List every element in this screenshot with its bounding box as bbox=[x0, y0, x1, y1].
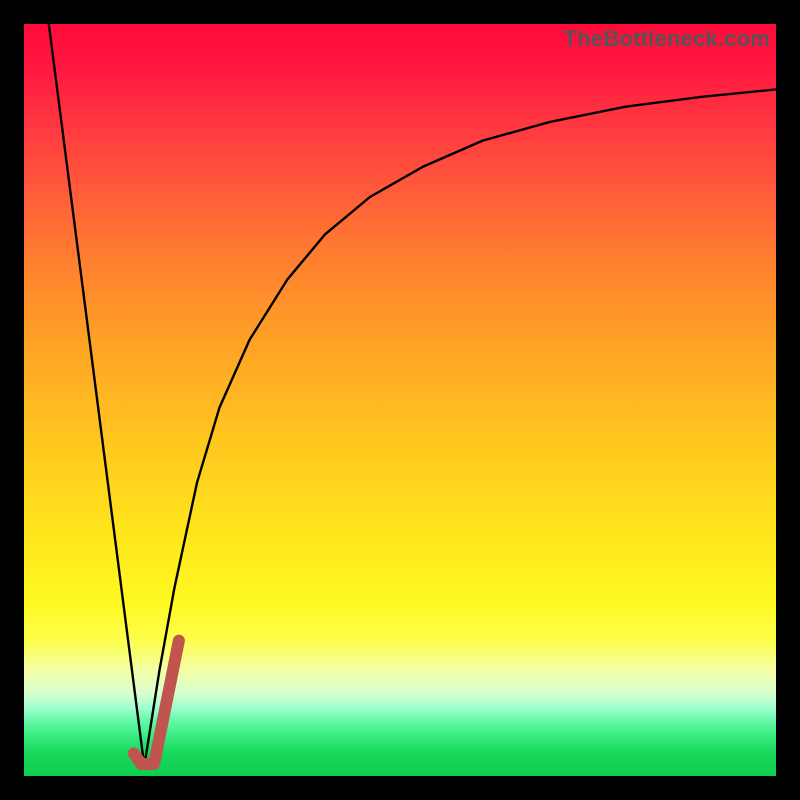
chart-frame: TheBottleneck.com bbox=[0, 0, 800, 800]
bottleneck-curve bbox=[49, 24, 776, 766]
chart-lines bbox=[24, 24, 776, 776]
plot-area: TheBottleneck.com bbox=[24, 24, 776, 776]
